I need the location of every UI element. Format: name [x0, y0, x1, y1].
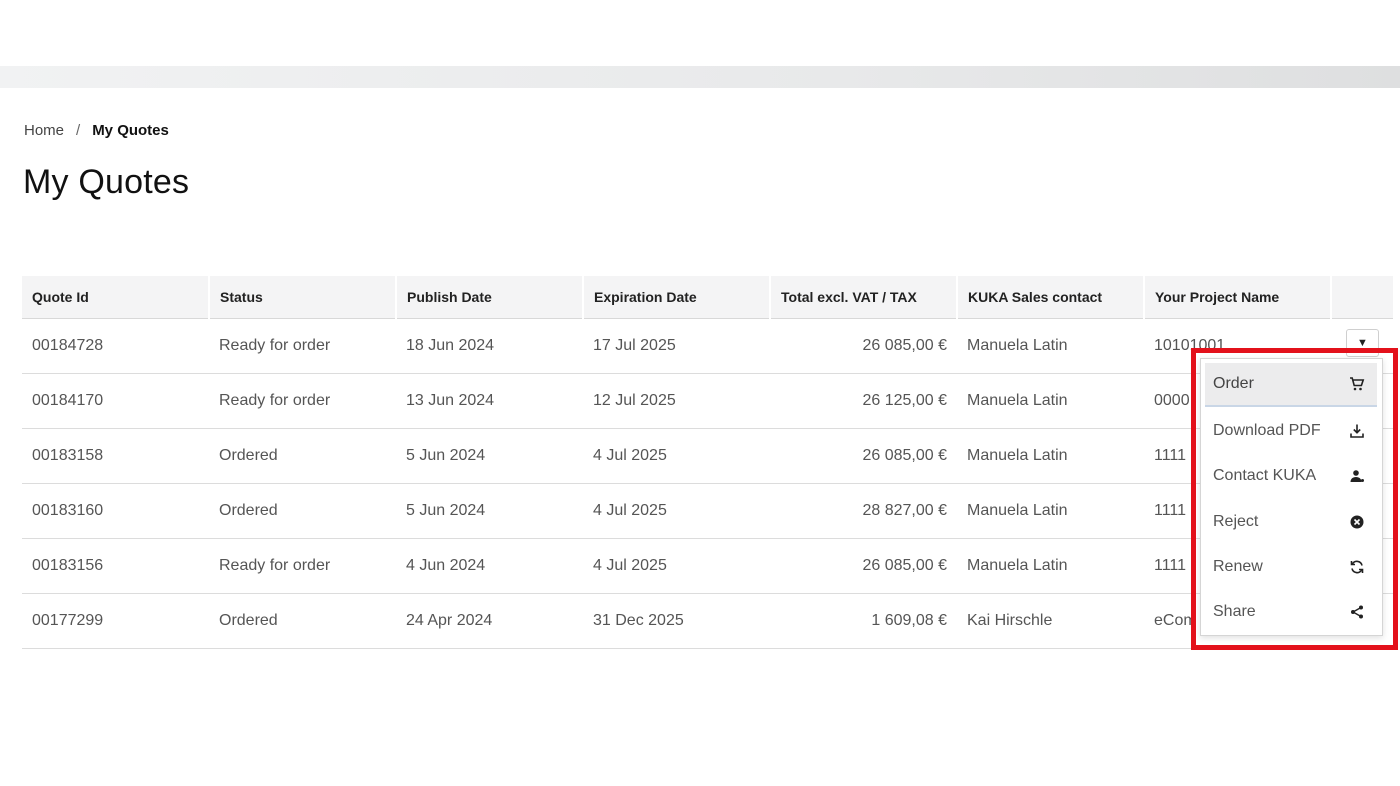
breadcrumb-separator: / — [76, 122, 81, 139]
menu-item-label: Share — [1213, 603, 1256, 620]
cell-total: 26 125,00 € — [770, 373, 957, 429]
menu-item-label: Order — [1213, 375, 1254, 392]
table-header-row: Quote Id Status Publish Date Expiration … — [22, 276, 1395, 319]
cell-expiration-date: 4 Jul 2025 — [583, 428, 770, 484]
cell-sales-contact: Manuela Latin — [957, 428, 1144, 484]
reject-icon — [1347, 512, 1367, 532]
cell-sales-contact: Manuela Latin — [957, 318, 1144, 374]
cell-publish-date: 4 Jun 2024 — [396, 538, 583, 594]
menu-item-renew[interactable]: Renew — [1205, 545, 1377, 589]
table-row[interactable]: 00183156 Ready for order 4 Jun 2024 4 Ju… — [22, 538, 1394, 594]
menu-item-label: Renew — [1213, 558, 1263, 575]
table-row[interactable]: 00183160 Ordered 5 Jun 2024 4 Jul 2025 2… — [22, 483, 1394, 539]
cell-expiration-date: 31 Dec 2025 — [583, 593, 770, 649]
column-header-actions — [1331, 276, 1395, 319]
cell-total: 1 609,08 € — [770, 593, 957, 649]
cell-status: Ordered — [209, 593, 396, 649]
cell-quote-id: 00184728 — [22, 318, 209, 374]
cell-total: 26 085,00 € — [770, 428, 957, 484]
cell-status: Ordered — [209, 483, 396, 539]
column-header-expiration-date[interactable]: Expiration Date — [583, 276, 771, 319]
cell-status: Ready for order — [209, 538, 396, 594]
column-header-quote-id[interactable]: Quote Id — [22, 276, 210, 319]
breadcrumb-current: My Quotes — [92, 122, 169, 139]
top-header-bar — [0, 66, 1400, 88]
cart-icon — [1347, 374, 1367, 394]
column-header-publish-date[interactable]: Publish Date — [396, 276, 584, 319]
row-actions-dropdown-menu: Order Download PDF Contact KUKA Reject R… — [1200, 358, 1383, 636]
cell-expiration-date: 4 Jul 2025 — [583, 483, 770, 539]
breadcrumb-home-link[interactable]: Home — [24, 122, 64, 139]
cell-expiration-date: 4 Jul 2025 — [583, 538, 770, 594]
cell-sales-contact: Manuela Latin — [957, 483, 1144, 539]
cell-sales-contact: Manuela Latin — [957, 538, 1144, 594]
column-header-total[interactable]: Total excl. VAT / TAX — [770, 276, 958, 319]
quotes-table-container: Quote Id Status Publish Date Expiration … — [22, 276, 1395, 649]
menu-item-reject[interactable]: Reject — [1205, 500, 1377, 544]
cell-quote-id: 00184170 — [22, 373, 209, 429]
menu-item-contact-kuka[interactable]: Contact KUKA — [1205, 454, 1377, 498]
cell-expiration-date: 17 Jul 2025 — [583, 318, 770, 374]
cell-publish-date: 5 Jun 2024 — [396, 483, 583, 539]
menu-item-download-pdf[interactable]: Download PDF — [1205, 409, 1377, 453]
cell-total: 28 827,00 € — [770, 483, 957, 539]
cell-status: Ready for order — [209, 318, 396, 374]
column-header-sales-contact[interactable]: KUKA Sales contact — [957, 276, 1145, 319]
cell-publish-date: 5 Jun 2024 — [396, 428, 583, 484]
table-row[interactable]: 00177299 Ordered 24 Apr 2024 31 Dec 2025… — [22, 593, 1394, 649]
menu-item-label: Contact KUKA — [1213, 467, 1317, 484]
cell-expiration-date: 12 Jul 2025 — [583, 373, 770, 429]
download-icon — [1347, 421, 1367, 441]
table-row[interactable]: 00184170 Ready for order 13 Jun 2024 12 … — [22, 373, 1394, 429]
breadcrumb: Home / My Quotes — [24, 122, 169, 139]
cell-status: Ordered — [209, 428, 396, 484]
share-icon — [1347, 602, 1367, 622]
cell-sales-contact: Kai Hirschle — [957, 593, 1144, 649]
column-header-status[interactable]: Status — [209, 276, 397, 319]
quotes-table: Quote Id Status Publish Date Expiration … — [22, 276, 1395, 649]
row-actions-toggle-button[interactable]: ▼ — [1346, 329, 1379, 357]
cell-publish-date: 13 Jun 2024 — [396, 373, 583, 429]
table-row[interactable]: 00183158 Ordered 5 Jun 2024 4 Jul 2025 2… — [22, 428, 1394, 484]
menu-item-order[interactable]: Order — [1205, 363, 1377, 407]
cell-quote-id: 00183160 — [22, 483, 209, 539]
cell-quote-id: 00183158 — [22, 428, 209, 484]
cell-total: 26 085,00 € — [770, 318, 957, 374]
renew-icon — [1347, 557, 1367, 577]
cell-publish-date: 18 Jun 2024 — [396, 318, 583, 374]
cell-quote-id: 00183156 — [22, 538, 209, 594]
table-row[interactable]: 00184728 Ready for order 18 Jun 2024 17 … — [22, 318, 1394, 374]
cell-quote-id: 00177299 — [22, 593, 209, 649]
column-header-project-name[interactable]: Your Project Name — [1144, 276, 1332, 319]
page-title: My Quotes — [23, 163, 190, 201]
person-icon — [1347, 466, 1367, 486]
menu-item-label: Download PDF — [1213, 422, 1321, 439]
cell-publish-date: 24 Apr 2024 — [396, 593, 583, 649]
cell-total: 26 085,00 € — [770, 538, 957, 594]
cell-status: Ready for order — [209, 373, 396, 429]
menu-item-share[interactable]: Share — [1205, 590, 1377, 634]
cell-sales-contact: Manuela Latin — [957, 373, 1144, 429]
menu-item-label: Reject — [1213, 513, 1259, 530]
